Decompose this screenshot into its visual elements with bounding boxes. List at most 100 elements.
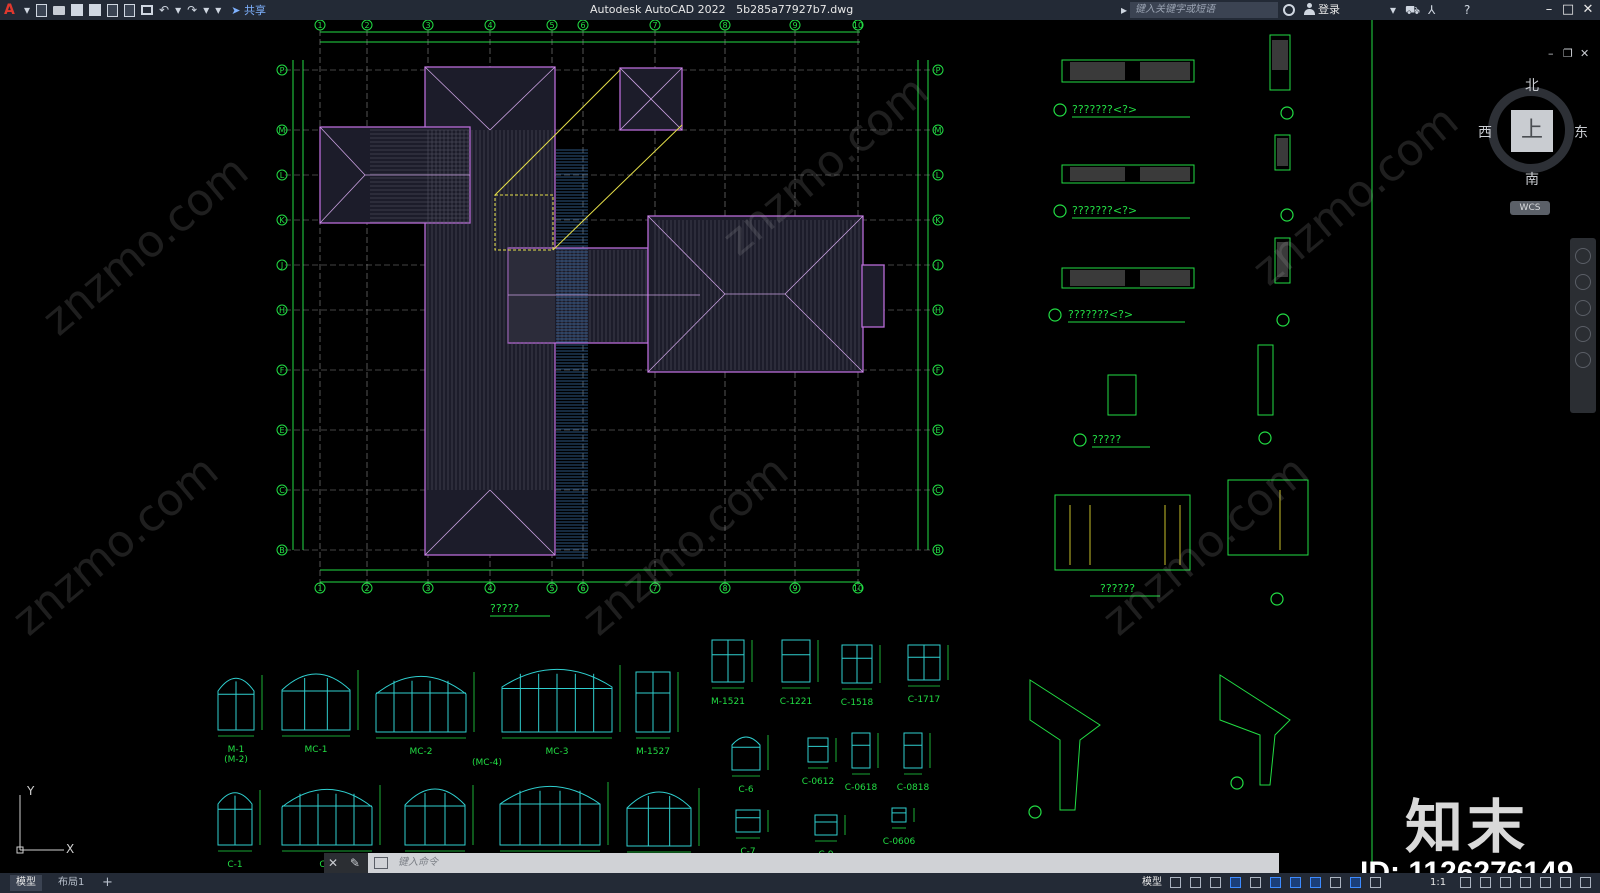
grid-bubble-number: 3 — [425, 21, 430, 30]
print-icon[interactable] — [141, 5, 154, 15]
elevation-label: C-0818 — [897, 783, 930, 793]
elevation-label: C-1518 — [841, 698, 874, 708]
grid-bubble-number: 5 — [549, 584, 554, 593]
command-customize-icon[interactable]: ✎ — [342, 856, 360, 870]
annotation-scale[interactable]: 1:1 — [1430, 873, 1446, 893]
maximize-button[interactable]: □ — [1559, 0, 1577, 20]
elevation-label: C-0606 — [883, 837, 916, 847]
customize-toolbar-icon[interactable]: ▾ — [215, 3, 221, 17]
open-folder-icon[interactable] — [53, 5, 66, 15]
snap-icon[interactable] — [1190, 877, 1201, 888]
lineweight-icon[interactable] — [1310, 877, 1321, 888]
zoom-icon[interactable] — [1575, 300, 1591, 316]
compass-north[interactable]: 北 — [1525, 75, 1539, 95]
login-button[interactable]: 登录 — [1318, 0, 1340, 20]
auto-scale-icon[interactable] — [1370, 877, 1381, 888]
polar-icon[interactable] — [1230, 877, 1241, 888]
grid-bubble-letter: M — [279, 126, 286, 135]
annotation-visibility-icon[interactable] — [1350, 877, 1361, 888]
expand-search-icon[interactable]: ▸ — [1121, 0, 1127, 20]
elevation-label: (M-2) — [224, 755, 248, 765]
object-snap-icon[interactable] — [1290, 877, 1301, 888]
account-dropdown-icon[interactable]: ▾ — [1390, 0, 1396, 20]
publish-icon[interactable] — [107, 3, 119, 17]
viewport-minimize-icon[interactable]: – — [1548, 47, 1554, 60]
cart-icon[interactable]: ⛟ — [1405, 0, 1420, 20]
title-bar: A ▾ ↶ ▾ ↷ ▾ ▾ ➤ 共享 Autodesk AutoCAD 2022… — [0, 0, 1600, 20]
elevation-label: M-1 — [228, 745, 245, 755]
redo-icon[interactable]: ↷ — [187, 3, 197, 17]
app-menu-chevron-icon[interactable]: ▾ — [24, 3, 30, 17]
undo-dropdown-icon[interactable]: ▾ — [175, 3, 181, 17]
command-line[interactable]: ✕ ✎ 键入命令 — [324, 853, 1279, 873]
status-bar: 模型 布局1 + 模型 1:1 — [0, 873, 1600, 893]
ucs-x-label: X — [66, 842, 74, 856]
quick-properties-icon[interactable] — [1520, 877, 1531, 888]
drawing-canvas[interactable]: 1 1 2 2 3 3 4 4 5 5 6 6 7 7 8 8 9 9 10 10 P P M M L L K K J J H H F F E E C C… — [0, 20, 1600, 889]
units-icon[interactable] — [1500, 877, 1511, 888]
grid-bubble-letter: K — [935, 216, 941, 225]
viewcube[interactable]: 上 北 南 东 西 — [1478, 75, 1588, 188]
close-button[interactable]: ✕ — [1579, 0, 1597, 20]
compass-south[interactable]: 南 — [1525, 169, 1539, 189]
help-icon[interactable]: ? — [1464, 0, 1470, 20]
elevation-label: C-1 — [227, 860, 242, 870]
tab-model[interactable]: 模型 — [10, 875, 42, 891]
save-icon[interactable] — [71, 4, 84, 16]
grid-bubble-number: 6 — [580, 584, 585, 593]
orbit-icon[interactable] — [1575, 326, 1591, 342]
grid-bubble-letter: P — [280, 66, 285, 75]
minimize-button[interactable]: – — [1540, 0, 1558, 20]
command-prompt-icon[interactable] — [374, 857, 388, 869]
clean-screen-icon[interactable] — [1580, 877, 1591, 888]
isodraft-icon[interactable] — [1250, 877, 1261, 888]
grid-bubble-number: 6 — [580, 21, 585, 30]
command-close-icon[interactable]: ✕ — [324, 856, 338, 870]
autocad-app-icon[interactable]: A — [4, 2, 18, 18]
object-snap-tracking-icon[interactable] — [1270, 877, 1281, 888]
undo-icon[interactable]: ↶ — [159, 3, 169, 17]
share-label: 共享 — [243, 4, 266, 17]
compass-west[interactable]: 西 — [1478, 122, 1492, 142]
transparency-icon[interactable] — [1330, 877, 1341, 888]
grid-bubble-letter: H — [935, 306, 941, 315]
model-space-toggle[interactable]: 模型 — [1142, 873, 1162, 893]
search-input[interactable]: 键入关键字或短语 — [1130, 2, 1278, 18]
annotation-monitor-icon[interactable] — [1480, 877, 1491, 888]
grid-bubble-letter: F — [280, 366, 285, 375]
grid-bubble-letter: C — [935, 486, 941, 495]
save-as-icon[interactable] — [89, 4, 102, 16]
showmotion-icon[interactable] — [1575, 352, 1591, 368]
pan-icon[interactable] — [1575, 274, 1591, 290]
wcs-menu-button[interactable]: WCS — [1510, 201, 1550, 215]
elevation-label: C-1221 — [780, 697, 812, 707]
elevation-label: MC-1 — [304, 745, 327, 755]
elevation-label: C-6 — [738, 785, 754, 795]
share-button[interactable]: ➤ 共享 — [231, 2, 266, 18]
viewcube-top-face[interactable]: 上 — [1511, 110, 1553, 152]
a360-icon[interactable]: ⅄ — [1428, 0, 1435, 20]
add-layout-button[interactable]: + — [96, 875, 119, 891]
navigation-bar[interactable] — [1570, 238, 1596, 413]
compass-east[interactable]: 东 — [1574, 122, 1588, 142]
isolate-objects-icon[interactable] — [1540, 877, 1551, 888]
tab-layout1[interactable]: 布局1 — [52, 875, 90, 891]
command-input[interactable]: 键入命令 — [398, 853, 438, 873]
new-file-icon[interactable] — [36, 3, 48, 17]
grid-bubble-letter: B — [935, 546, 941, 555]
hardware-acceleration-icon[interactable] — [1560, 877, 1571, 888]
redo-dropdown-icon[interactable]: ▾ — [203, 3, 209, 17]
workspace-gear-icon[interactable] — [1460, 877, 1471, 888]
viewport-close-icon[interactable]: ✕ — [1580, 47, 1589, 60]
grid-bubble-number: 7 — [652, 21, 657, 30]
plot-preview-icon[interactable] — [124, 3, 136, 17]
elevation-label: C-0612 — [802, 777, 834, 787]
grid-icon[interactable] — [1170, 877, 1181, 888]
grid-bubble-letter: E — [279, 426, 284, 435]
grid-bubble-number: 8 — [722, 584, 727, 593]
steering-wheel-icon[interactable] — [1575, 248, 1591, 264]
viewport-restore-icon[interactable]: ❐ — [1563, 47, 1573, 60]
grid-bubble-letter: F — [936, 366, 941, 375]
ortho-icon[interactable] — [1210, 877, 1221, 888]
search-icon[interactable] — [1283, 4, 1295, 16]
